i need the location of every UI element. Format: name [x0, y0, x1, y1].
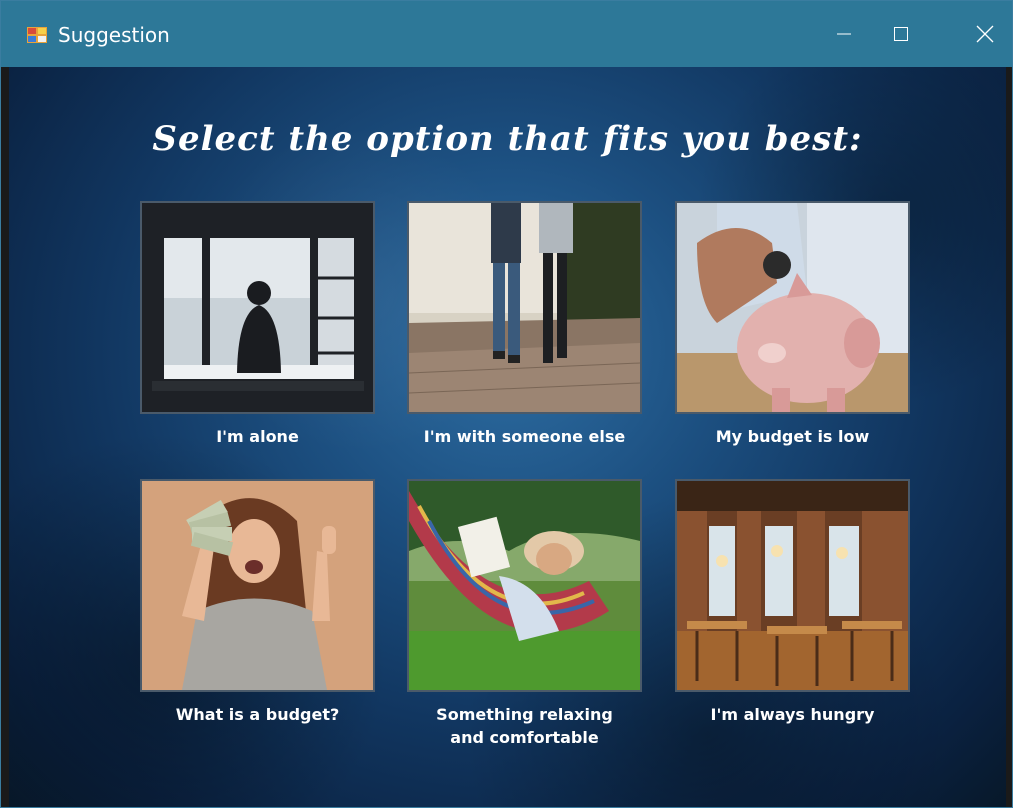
minimize-icon	[837, 33, 851, 35]
app-icon	[27, 27, 47, 43]
option-budget-low[interactable]: My budget is low	[675, 201, 910, 448]
couple-walking-image[interactable]	[407, 201, 642, 414]
window-title: Suggestion	[58, 23, 170, 47]
option-what-is-budget[interactable]: What is a budget?	[140, 479, 375, 726]
close-icon	[976, 25, 994, 43]
woman-with-cash-image[interactable]	[140, 479, 375, 692]
option-label: I'm always hungry	[710, 705, 875, 724]
option-label: I'm with someone else	[423, 427, 626, 446]
maximize-icon	[894, 27, 908, 41]
option-alone[interactable]: I'm alone	[140, 201, 375, 448]
maximize-button[interactable]	[873, 1, 929, 67]
option-relaxing[interactable]: Something relaxing and comfortable	[407, 479, 642, 749]
suggestion-window: Suggestion Select the option that fits y…	[0, 0, 1013, 808]
option-label: I'm alone	[216, 427, 299, 446]
option-label: My budget is low	[715, 427, 870, 446]
title-bar[interactable]: Suggestion	[1, 1, 1012, 67]
page-heading: Select the option that fits you best:	[152, 119, 863, 159]
client-area: Select the option that fits you best: I'…	[9, 67, 1006, 807]
option-label: Something relaxing and comfortable	[436, 705, 613, 747]
option-hungry[interactable]: I'm always hungry	[675, 479, 910, 726]
person-in-hammock-image[interactable]	[407, 479, 642, 692]
close-button[interactable]	[957, 1, 1012, 67]
minimize-button[interactable]	[816, 1, 872, 67]
option-label: What is a budget?	[175, 705, 340, 724]
piggy-bank-image[interactable]	[675, 201, 910, 414]
person-at-window-image[interactable]	[140, 201, 375, 414]
restaurant-interior-image[interactable]	[675, 479, 910, 692]
option-with-someone[interactable]: I'm with someone else	[407, 201, 642, 448]
